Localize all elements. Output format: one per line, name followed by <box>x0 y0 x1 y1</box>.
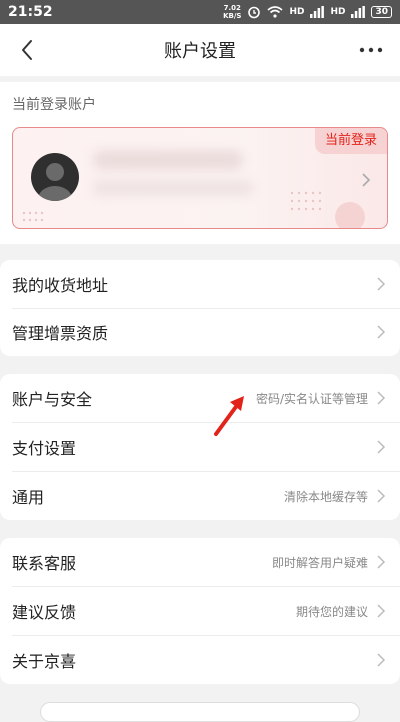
row-about[interactable]: 关于京喜 <box>0 636 400 684</box>
chevron-right-icon <box>377 325 386 339</box>
row-customer-service[interactable]: 联系客服 即时解答用户疑难 <box>0 538 400 586</box>
red-arrow-annotation <box>214 396 244 436</box>
chevron-right-icon <box>377 653 386 667</box>
chevron-right-icon <box>377 604 386 618</box>
account-card[interactable]: 当前登录 <box>12 127 388 229</box>
row-label: 通用 <box>12 488 45 507</box>
current-login-badge: 当前登录 <box>314 128 387 154</box>
status-icons: 7.02 KB/S HD HD 30 <box>223 4 392 20</box>
decorative-dots <box>22 211 44 222</box>
alarm-icon <box>248 6 261 19</box>
chevron-right-icon <box>377 555 386 569</box>
wifi-icon <box>267 6 283 18</box>
row-general[interactable]: 通用 清除本地缓存等 <box>0 472 400 520</box>
settings-group-3: 联系客服 即时解答用户疑难 建议反馈 期待您的建议 关于京喜 <box>0 538 400 684</box>
row-label: 建议反馈 <box>12 603 77 622</box>
section-label: 当前登录账户 <box>12 97 96 113</box>
row-label: 联系客服 <box>12 554 77 573</box>
account-section: 当前登录账户 当前登录 <box>0 82 400 244</box>
decorative-circle <box>335 202 365 228</box>
signal-icon <box>310 6 325 18</box>
nav-bar: 账户设置 <box>0 24 400 76</box>
row-shipping-address[interactable]: 我的收货地址 <box>0 260 400 308</box>
chevron-right-icon <box>377 440 386 454</box>
row-payment-settings[interactable]: 支付设置 <box>0 423 400 471</box>
row-feedback[interactable]: 建议反馈 期待您的建议 <box>0 587 400 635</box>
signal-label-2: HD <box>330 7 346 17</box>
row-label: 账户与安全 <box>12 390 93 409</box>
row-hint: 密码/实名认证等管理 <box>255 391 368 406</box>
more-icon[interactable] <box>358 38 384 62</box>
row-account-security[interactable]: 账户与安全 密码/实名认证等管理 <box>0 374 400 422</box>
battery-icon: 30 <box>371 6 392 18</box>
row-hint: 期待您的建议 <box>295 604 368 619</box>
settings-group-1: 我的收货地址 管理增票资质 <box>0 260 400 356</box>
status-bar: 21:52 7.02 KB/S HD HD 30 <box>0 0 400 24</box>
row-hint: 清除本地缓存等 <box>283 489 368 504</box>
status-time: 21:52 <box>8 4 53 20</box>
bottom-button-edge[interactable] <box>40 702 360 722</box>
chevron-right-icon <box>377 391 386 405</box>
row-label: 管理增票资质 <box>12 324 109 343</box>
signal-icon-2 <box>351 6 366 18</box>
row-vat-invoice[interactable]: 管理增票资质 <box>0 308 400 356</box>
blurred-username <box>93 150 243 170</box>
row-label: 我的收货地址 <box>12 276 109 295</box>
net-speed: 7.02 KB/S <box>223 4 242 20</box>
chevron-right-icon <box>362 173 371 187</box>
row-hint: 即时解答用户疑难 <box>271 555 368 570</box>
chevron-right-icon <box>377 277 386 291</box>
decorative-dots-right <box>290 191 322 211</box>
settings-group-2: 账户与安全 密码/实名认证等管理 支付设置 通用 清除本地缓存等 <box>0 374 400 520</box>
page-title: 账户设置 <box>164 41 236 62</box>
back-arrow-icon[interactable] <box>16 38 40 62</box>
blurred-account-info <box>93 180 253 196</box>
chevron-right-icon <box>377 489 386 503</box>
row-label: 关于京喜 <box>12 652 77 671</box>
avatar <box>31 153 79 201</box>
signal-label-1: HD <box>289 7 305 17</box>
row-label: 支付设置 <box>12 439 77 458</box>
user-avatar-icon <box>38 163 72 201</box>
